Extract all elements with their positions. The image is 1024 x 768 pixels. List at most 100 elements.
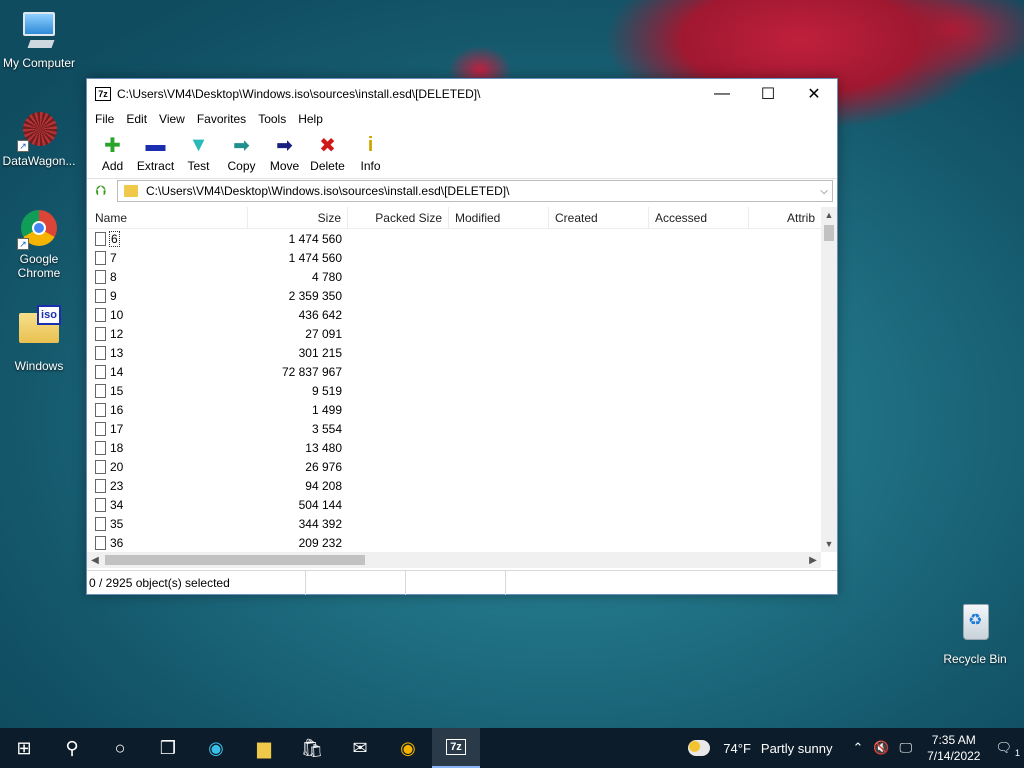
menu-favorites[interactable]: Favorites bbox=[191, 112, 252, 126]
menu-file[interactable]: File bbox=[89, 112, 120, 126]
extract-button[interactable]: ▬ Extract bbox=[134, 129, 177, 174]
chrome-taskbar-button[interactable]: ◉ bbox=[384, 728, 432, 768]
column-name[interactable]: Name bbox=[87, 207, 248, 229]
scroll-right-icon[interactable]: ▶ bbox=[805, 555, 821, 566]
horizontal-scrollbar[interactable]: ◀ ▶ bbox=[87, 552, 821, 568]
file-name-cell: 23 bbox=[87, 478, 248, 493]
delete-button[interactable]: ✖ Delete bbox=[306, 129, 349, 174]
desktop-icon-recycle-bin[interactable]: ♻ Recycle Bin bbox=[937, 600, 1013, 666]
column-created[interactable]: Created bbox=[549, 207, 649, 229]
table-row[interactable]: 17 3 554 bbox=[87, 419, 821, 438]
datawagon-icon: ↗ bbox=[17, 108, 61, 152]
menu-view[interactable]: View bbox=[153, 112, 191, 126]
table-row[interactable]: 13 301 215 bbox=[87, 343, 821, 362]
close-button[interactable]: ✕ bbox=[791, 79, 837, 109]
file-name: 34 bbox=[110, 497, 124, 512]
chevron-down-icon[interactable]: ⌵ bbox=[816, 186, 832, 197]
address-path[interactable]: C:\Users\VM4\Desktop\Windows.iso\sources… bbox=[146, 184, 816, 198]
task-view-button[interactable]: ❒ bbox=[144, 728, 192, 768]
table-row[interactable]: 35 344 392 bbox=[87, 514, 821, 533]
table-row[interactable]: 34 504 144 bbox=[87, 495, 821, 514]
table-row[interactable]: 20 26 976 bbox=[87, 457, 821, 476]
table-row[interactable]: 6 1 474 560 bbox=[87, 229, 821, 248]
vertical-scrollbar[interactable]: ▲ ▼ bbox=[821, 207, 837, 552]
column-modified[interactable]: Modified bbox=[449, 207, 549, 229]
table-row[interactable]: 10 436 642 bbox=[87, 305, 821, 324]
clock[interactable]: 7:35 AM 7/14/2022 bbox=[917, 732, 990, 764]
column-packed-size[interactable]: Packed Size bbox=[348, 207, 449, 229]
table-row[interactable]: 8 4 780 bbox=[87, 267, 821, 286]
file-icon bbox=[95, 516, 106, 531]
scroll-up-icon[interactable]: ▲ bbox=[821, 207, 837, 223]
store-taskbar-button[interactable]: 🛍 bbox=[288, 728, 336, 768]
chevron-up-icon[interactable]: ⌃ bbox=[847, 740, 868, 756]
menu-edit[interactable]: Edit bbox=[120, 112, 153, 126]
volume-muted-icon[interactable]: 🔇 bbox=[868, 740, 894, 756]
maximize-button[interactable]: ☐ bbox=[745, 79, 791, 109]
system-tray: 74°F Partly sunny ⌃ 🔇 🖵 7:35 AM 7/14/202… bbox=[688, 728, 1024, 768]
weather-temp[interactable]: 74°F bbox=[718, 741, 756, 756]
table-row[interactable]: 15 9 519 bbox=[87, 381, 821, 400]
info-button[interactable]: i Info bbox=[349, 129, 392, 174]
copy-button[interactable]: ➡ Copy bbox=[220, 129, 263, 174]
address-combobox[interactable]: C:\Users\VM4\Desktop\Windows.iso\sources… bbox=[117, 180, 833, 202]
desktop-icon-google-chrome[interactable]: ↗ Google Chrome bbox=[1, 206, 77, 280]
taskbar: ⊞ ⚲ ○ ❒ ◉ ▆ 🛍 ✉ ◉ 7z 74°F Partly sunny ⌃… bbox=[0, 728, 1024, 768]
file-icon bbox=[95, 497, 106, 512]
file-name-cell: 10 bbox=[87, 307, 248, 322]
column-size[interactable]: Size bbox=[248, 207, 348, 229]
desktop-icon-my-computer[interactable]: My Computer bbox=[1, 10, 77, 70]
cortana-icon: ○ bbox=[114, 737, 126, 758]
add-button[interactable]: ✚ Add bbox=[91, 129, 134, 174]
weather-icon[interactable] bbox=[688, 740, 711, 756]
title-bar[interactable]: 7z C:\Users\VM4\Desktop\Windows.iso\sour… bbox=[87, 79, 837, 109]
test-button[interactable]: ▼ Test bbox=[177, 129, 220, 174]
column-accessed[interactable]: Accessed bbox=[649, 207, 749, 229]
edge-taskbar-button[interactable]: ◉ bbox=[192, 728, 240, 768]
horizontal-scroll-thumb[interactable] bbox=[105, 555, 365, 565]
scroll-down-icon[interactable]: ▼ bbox=[821, 536, 837, 552]
horizontal-scroll-track[interactable] bbox=[103, 552, 805, 568]
search-icon: ⚲ bbox=[65, 737, 79, 758]
table-row[interactable]: 18 13 480 bbox=[87, 438, 821, 457]
weather-desc[interactable]: Partly sunny bbox=[756, 741, 838, 756]
table-row[interactable]: 36 209 232 bbox=[87, 533, 821, 552]
toolbar-label: Copy bbox=[227, 159, 256, 173]
table-row[interactable]: 16 1 499 bbox=[87, 400, 821, 419]
file-name: 36 bbox=[110, 535, 124, 550]
search-button[interactable]: ⚲ bbox=[48, 728, 96, 768]
notification-icon[interactable]: 🗨 1 bbox=[990, 740, 1024, 758]
minimize-button[interactable]: — bbox=[699, 79, 745, 109]
file-icon bbox=[95, 383, 106, 398]
network-icon[interactable]: 🖵 bbox=[895, 740, 918, 756]
7zip-taskbar-button[interactable]: 7z bbox=[432, 728, 480, 768]
file-icon bbox=[95, 288, 106, 303]
cortana-button[interactable]: ○ bbox=[96, 728, 144, 768]
windows-logo-icon: ⊞ bbox=[16, 737, 32, 758]
desktop-icon-windows-iso[interactable]: iso Windows bbox=[1, 303, 77, 373]
column-attributes[interactable]: Attrib bbox=[749, 207, 821, 229]
file-name-cell: 20 bbox=[87, 459, 248, 474]
file-size: 504 144 bbox=[298, 497, 342, 512]
scroll-left-icon[interactable]: ◀ bbox=[87, 555, 103, 566]
menu-tools[interactable]: Tools bbox=[252, 112, 292, 126]
move-icon: ➡ bbox=[276, 134, 293, 157]
table-row[interactable]: 14 72 837 967 bbox=[87, 362, 821, 381]
table-row[interactable]: 23 94 208 bbox=[87, 476, 821, 495]
vertical-scroll-thumb[interactable] bbox=[824, 225, 834, 241]
file-name: 13 bbox=[110, 345, 124, 360]
file-name-cell: 6 bbox=[87, 230, 248, 247]
move-button[interactable]: ➡ Move bbox=[263, 129, 306, 174]
mail-taskbar-button[interactable]: ✉ bbox=[336, 728, 384, 768]
desktop-icon-datawagon[interactable]: ↗ DataWagon... bbox=[1, 108, 77, 168]
table-row[interactable]: 9 2 359 350 bbox=[87, 286, 821, 305]
file-explorer-taskbar-button[interactable]: ▆ bbox=[240, 728, 288, 768]
file-size: 3 554 bbox=[311, 421, 342, 436]
folder-up-icon[interactable]: ⮉ bbox=[91, 182, 111, 200]
table-row[interactable]: 7 1 474 560 bbox=[87, 248, 821, 267]
address-bar: ⮉ C:\Users\VM4\Desktop\Windows.iso\sourc… bbox=[87, 179, 837, 203]
menu-help[interactable]: Help bbox=[292, 112, 329, 126]
start-button[interactable]: ⊞ bbox=[0, 728, 48, 768]
table-row[interactable]: 12 27 091 bbox=[87, 324, 821, 343]
menu-bar: File Edit View Favorites Tools Help bbox=[87, 109, 837, 129]
